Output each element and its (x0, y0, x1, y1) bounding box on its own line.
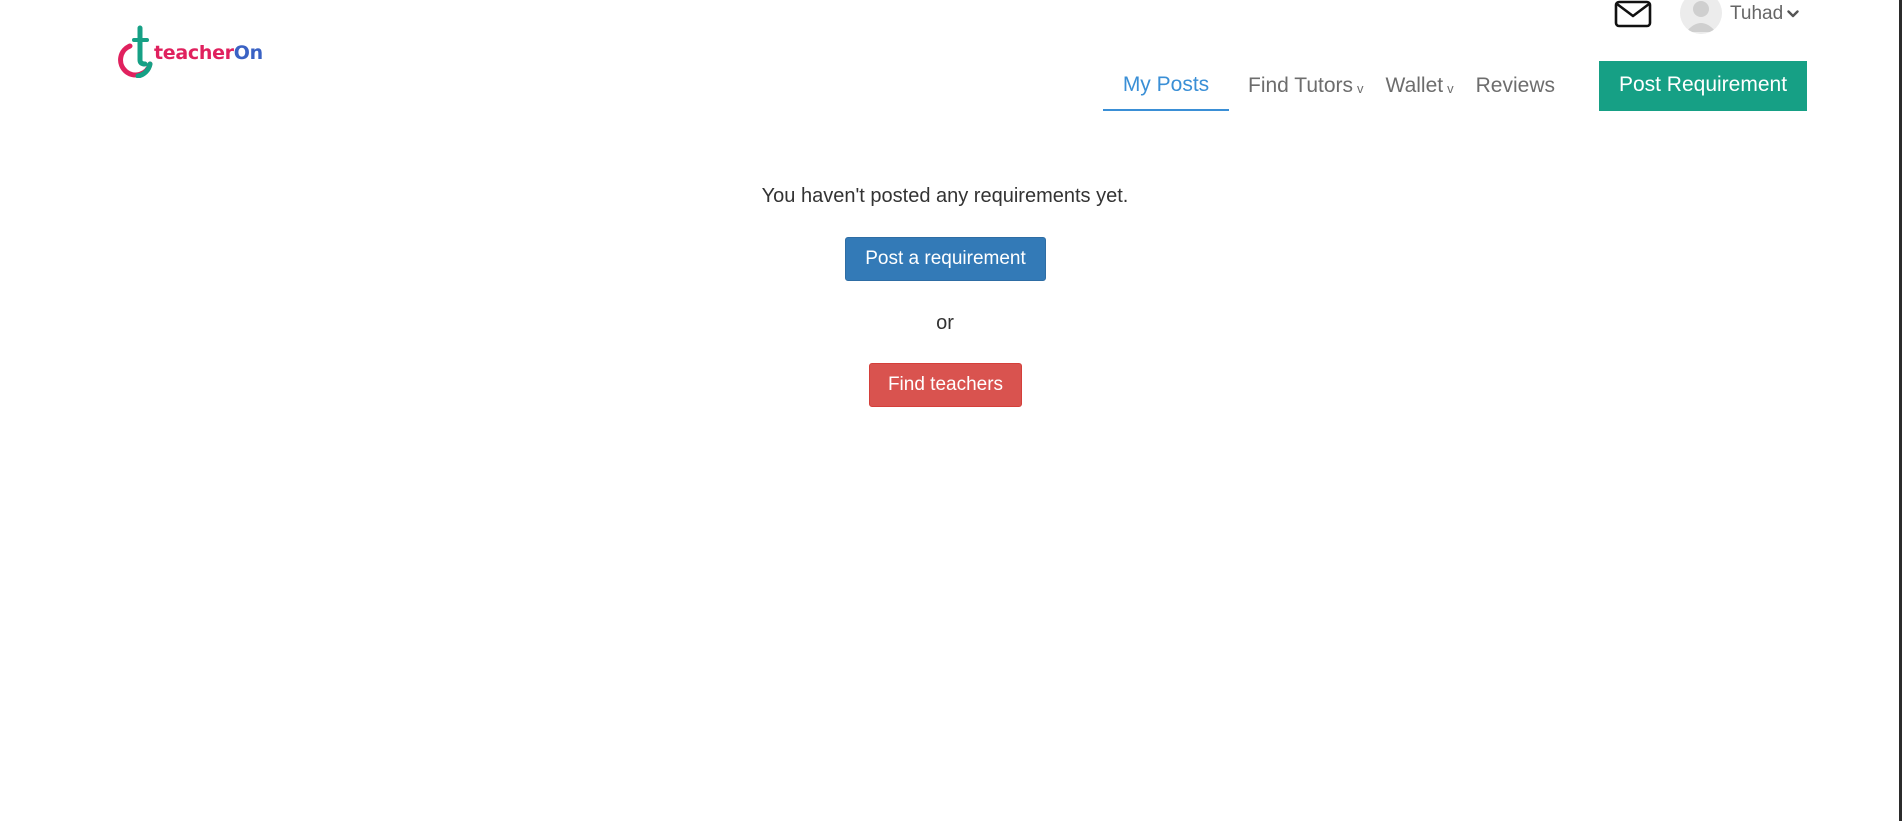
page: teacherOn Tuhad My Posts Find Tutors v W… (0, 0, 1902, 821)
nav-item-reviews[interactable]: Reviews (1476, 61, 1555, 111)
logo-text-on: On (233, 42, 263, 64)
post-a-requirement-label: Post a requirement (865, 248, 1026, 269)
chevron-down-icon: v (1357, 80, 1364, 96)
nav-item-label: Reviews (1475, 74, 1555, 97)
user-avatar-icon (1680, 0, 1722, 34)
messages-button[interactable] (1613, 0, 1653, 28)
chevron-down-icon: v (1447, 80, 1454, 96)
user-name: Tuhad (1730, 3, 1784, 24)
post-requirement-button[interactable]: Post Requirement (1599, 61, 1807, 111)
find-teachers-button[interactable]: Find teachers (869, 363, 1022, 407)
nav-item-label: Find Tutors (1248, 74, 1354, 97)
nav-item-label: Wallet (1385, 74, 1444, 97)
chevron-down-icon (1787, 9, 1799, 19)
main-nav: My Posts Find Tutors v Wallet v Reviews (1103, 61, 1555, 111)
logo-text-teacher: teacher (154, 42, 234, 64)
empty-state-message: You haven't posted any requirements yet. (761, 185, 1129, 207)
teacheron-logo[interactable]: teacherOn (116, 24, 263, 78)
envelope-icon (1614, 0, 1652, 28)
logo-wordmark: teacherOn (154, 42, 263, 64)
user-menu[interactable]: Tuhad (1680, 0, 1799, 36)
or-separator: or (936, 312, 954, 334)
nav-item-my-posts[interactable]: My Posts (1103, 61, 1229, 111)
post-requirement-label: Post Requirement (1618, 73, 1788, 96)
nav-item-label: My Posts (1122, 73, 1210, 96)
find-teachers-label: Find teachers (887, 374, 1004, 395)
post-a-requirement-button[interactable]: Post a requirement (845, 237, 1046, 281)
teacheron-logo-icon (118, 25, 153, 78)
nav-item-wallet[interactable]: Wallet v (1386, 61, 1454, 111)
nav-item-find-tutors[interactable]: Find Tutors v (1248, 61, 1364, 111)
